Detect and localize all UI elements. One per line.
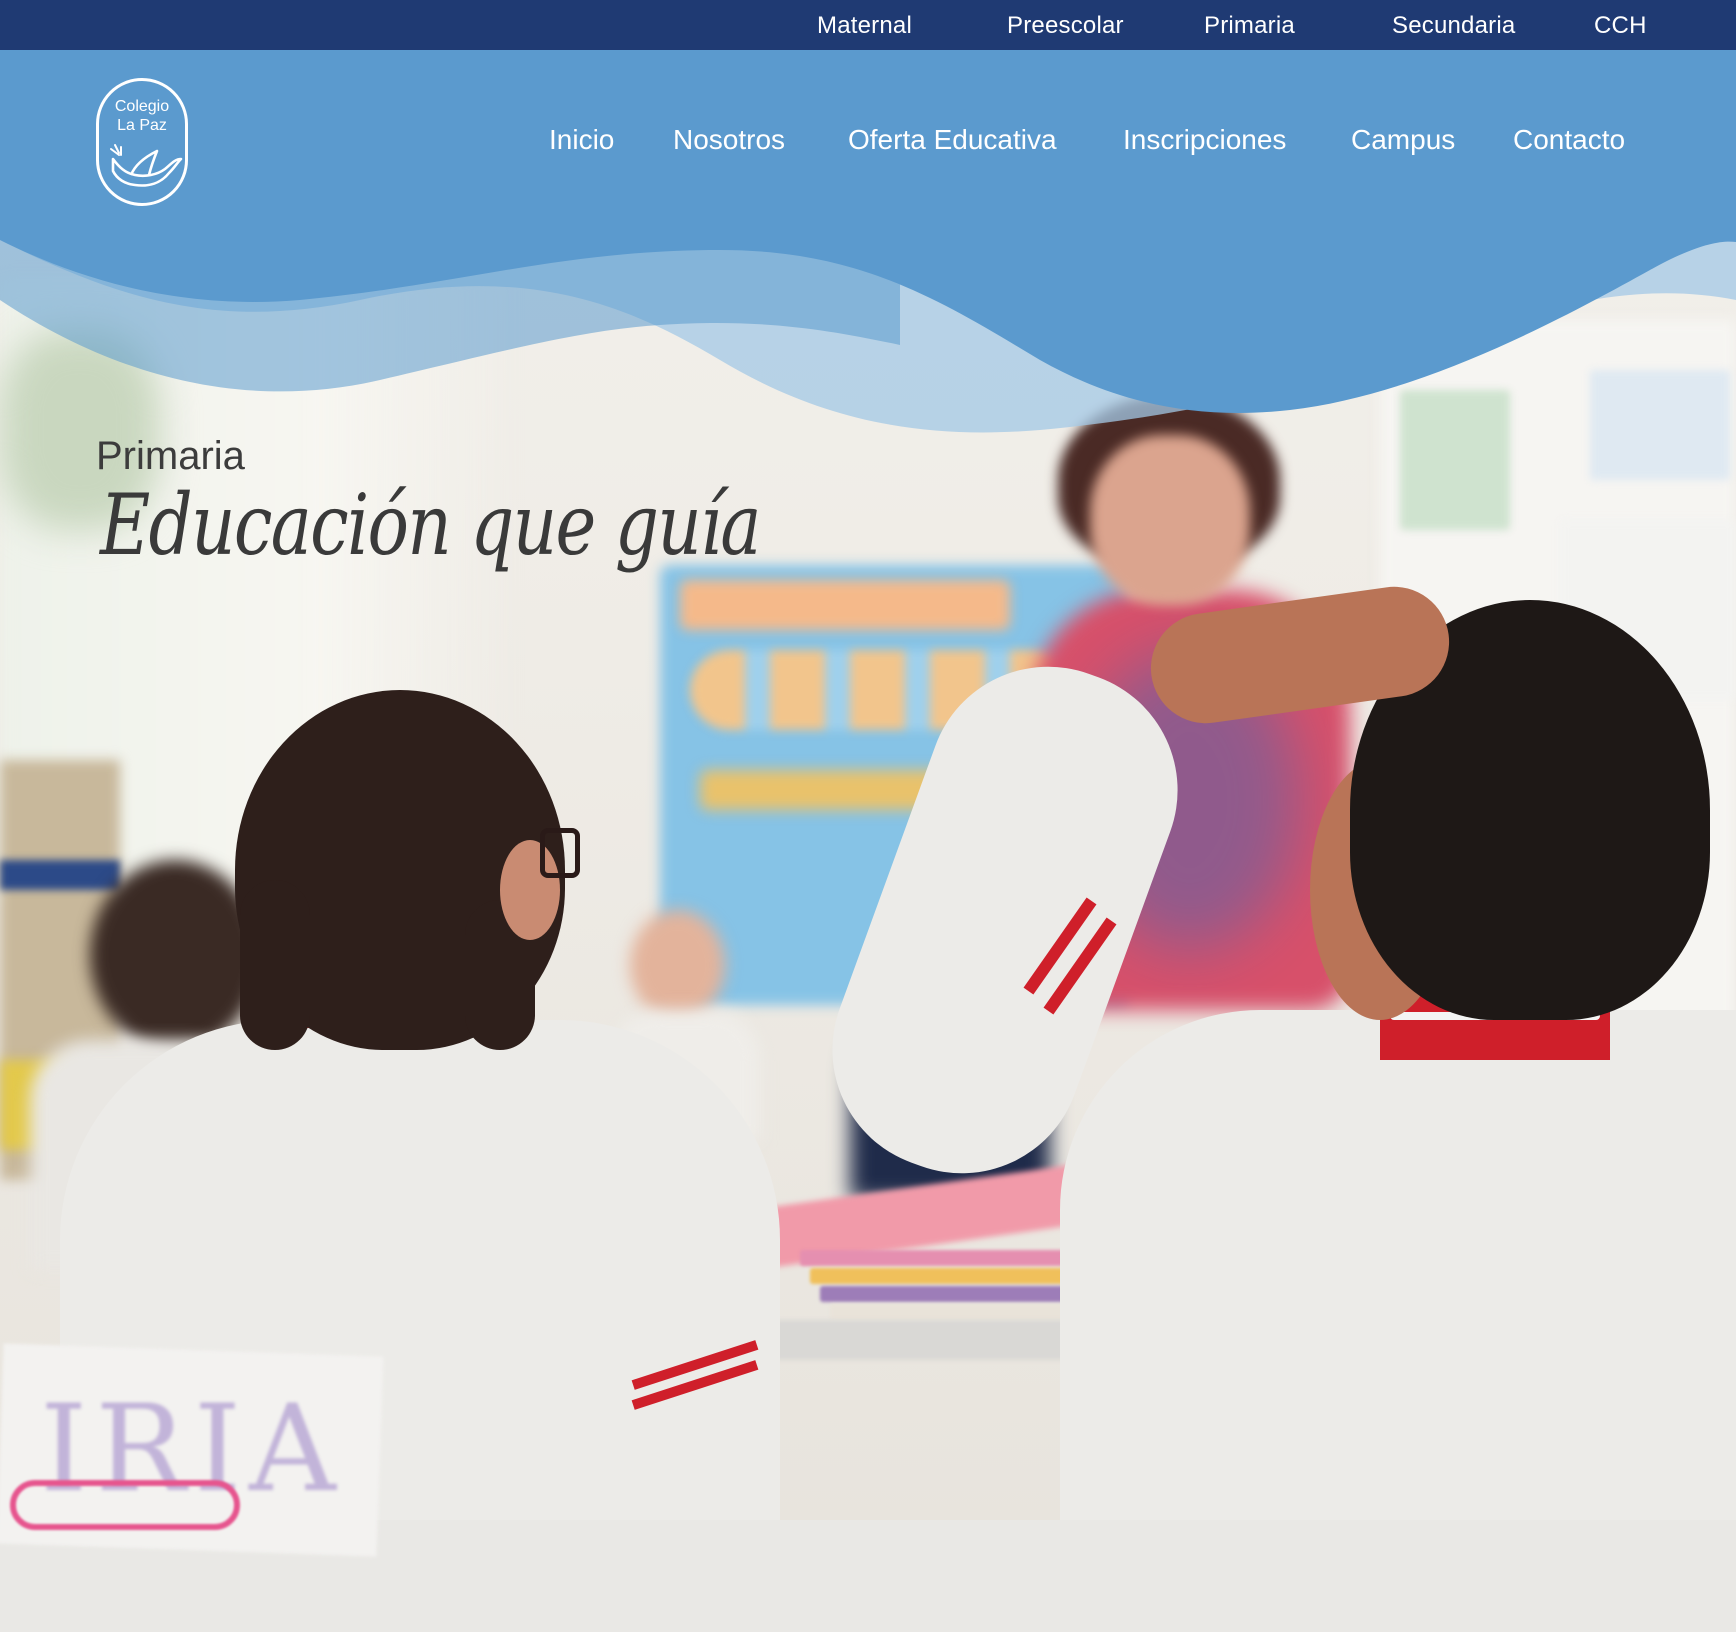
- logo-line2: La Paz: [117, 117, 167, 134]
- level-link-cch[interactable]: CCH: [1594, 12, 1647, 40]
- level-nav-bar: Maternal Preescolar Primaria Secundaria …: [0, 0, 1736, 50]
- school-logo[interactable]: Colegio La Paz: [96, 78, 188, 206]
- nav-campus[interactable]: Campus: [1351, 124, 1455, 156]
- logo-line1: Colegio: [114, 98, 170, 115]
- hero-subtitle: Primaria: [96, 434, 245, 478]
- teacher-face: [1090, 435, 1250, 605]
- shelf-stripe: [0, 860, 120, 890]
- level-link-maternal[interactable]: Maternal: [817, 12, 912, 40]
- header-wave: [0, 0, 1736, 433]
- nav-inscripciones[interactable]: Inscripciones: [1123, 124, 1286, 156]
- nav-oferta-educativa[interactable]: Oferta Educativa: [848, 124, 1057, 156]
- nav-inicio[interactable]: Inicio: [549, 124, 614, 156]
- nav-contacto[interactable]: Contacto: [1513, 124, 1625, 156]
- dove-icon: [110, 144, 183, 187]
- level-link-primaria[interactable]: Primaria: [1204, 12, 1295, 40]
- level-link-preescolar[interactable]: Preescolar: [1007, 12, 1124, 40]
- nav-nosotros[interactable]: Nosotros: [673, 124, 785, 156]
- student-girl-braid: [240, 880, 310, 1050]
- pink-glasses: [10, 1480, 240, 1530]
- student-girl-glasses: [540, 828, 580, 878]
- level-link-secundaria[interactable]: Secundaria: [1392, 12, 1515, 40]
- poster-banner: [680, 580, 1010, 630]
- student-bg-face: [630, 910, 725, 1020]
- hero-title: Educación que guía: [100, 476, 761, 574]
